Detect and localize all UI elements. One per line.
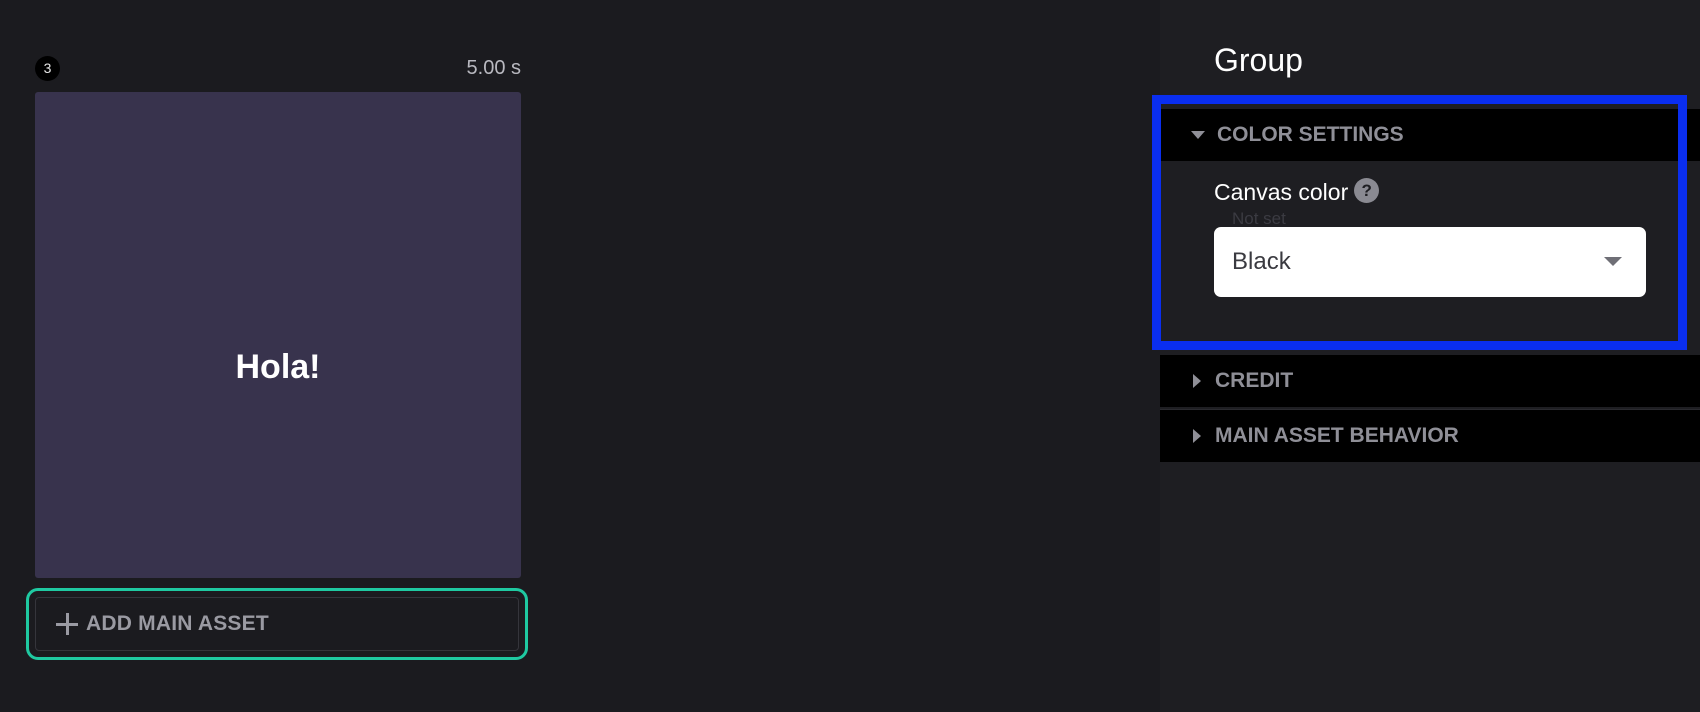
- caret-right-icon: [1193, 374, 1201, 388]
- section-color-settings-title: COLOR SETTINGS: [1217, 123, 1404, 146]
- add-main-asset-focus-ring: ADD MAIN ASSET: [26, 588, 528, 660]
- caret-down-icon: [1191, 131, 1205, 139]
- section-color-settings-header[interactable]: COLOR SETTINGS: [1160, 109, 1700, 161]
- canvas-color-label: Canvas color: [1214, 179, 1349, 205]
- add-main-asset-label: ADD MAIN ASSET: [86, 612, 269, 635]
- scene-header: 3 5.00 s: [35, 54, 521, 82]
- add-main-asset-button[interactable]: ADD MAIN ASSET: [35, 597, 519, 651]
- chevron-down-icon: [1604, 257, 1622, 266]
- section-credit-header[interactable]: CREDIT: [1160, 355, 1700, 407]
- help-icon[interactable]: ?: [1354, 178, 1380, 203]
- scene-duration: 5.00 s: [466, 57, 521, 79]
- scene-preview-text: Hola!: [235, 347, 321, 386]
- scene-card: 3 5.00 s Hola!: [35, 54, 521, 578]
- section-credit-title: CREDIT: [1215, 369, 1294, 392]
- section-main-asset-behavior-title: MAIN ASSET BEHAVIOR: [1215, 424, 1459, 447]
- section-color-settings: COLOR SETTINGS Canvas color ? Not set Bl…: [1160, 109, 1700, 341]
- panel-title: Group: [1214, 42, 1303, 78]
- section-credit: CREDIT: [1160, 355, 1700, 407]
- plus-icon: [56, 613, 78, 635]
- canvas-color-value: Black: [1232, 248, 1291, 275]
- section-main-asset-behavior-header[interactable]: MAIN ASSET BEHAVIOR: [1160, 410, 1700, 462]
- section-color-settings-body: Canvas color ? Not set Black: [1160, 161, 1700, 341]
- canvas-color-label-row: Canvas color ?: [1214, 178, 1380, 206]
- inspector-panel: Group COLOR SETTINGS Canvas color ? Not …: [1160, 0, 1700, 712]
- caret-right-icon: [1193, 429, 1201, 443]
- editor-app: 3 5.00 s Hola! ADD MAIN ASSET Group COLO…: [0, 0, 1700, 712]
- scene-index-badge: 3: [35, 56, 60, 81]
- section-main-asset-behavior: MAIN ASSET BEHAVIOR: [1160, 409, 1700, 462]
- canvas-color-select[interactable]: Black: [1214, 227, 1646, 297]
- canvas-color-hint: Not set: [1232, 209, 1286, 228]
- scene-preview[interactable]: Hola!: [35, 92, 521, 578]
